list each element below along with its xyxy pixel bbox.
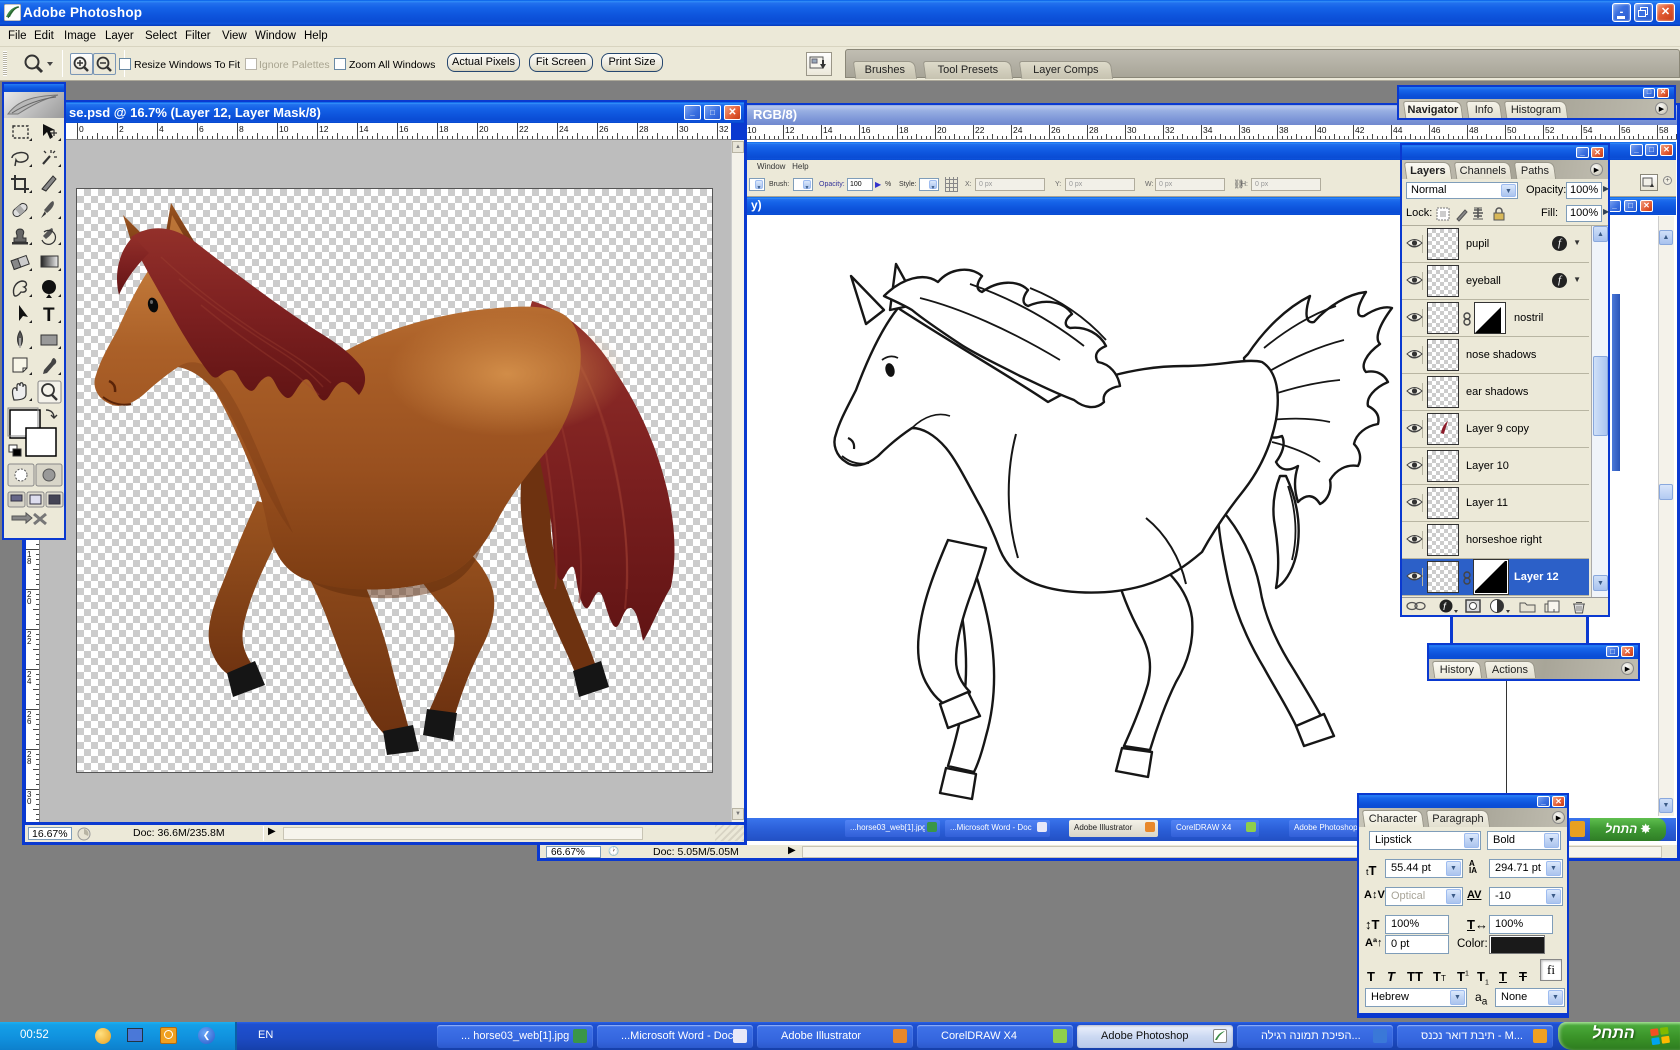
svg-text:T: T bbox=[43, 305, 55, 326]
